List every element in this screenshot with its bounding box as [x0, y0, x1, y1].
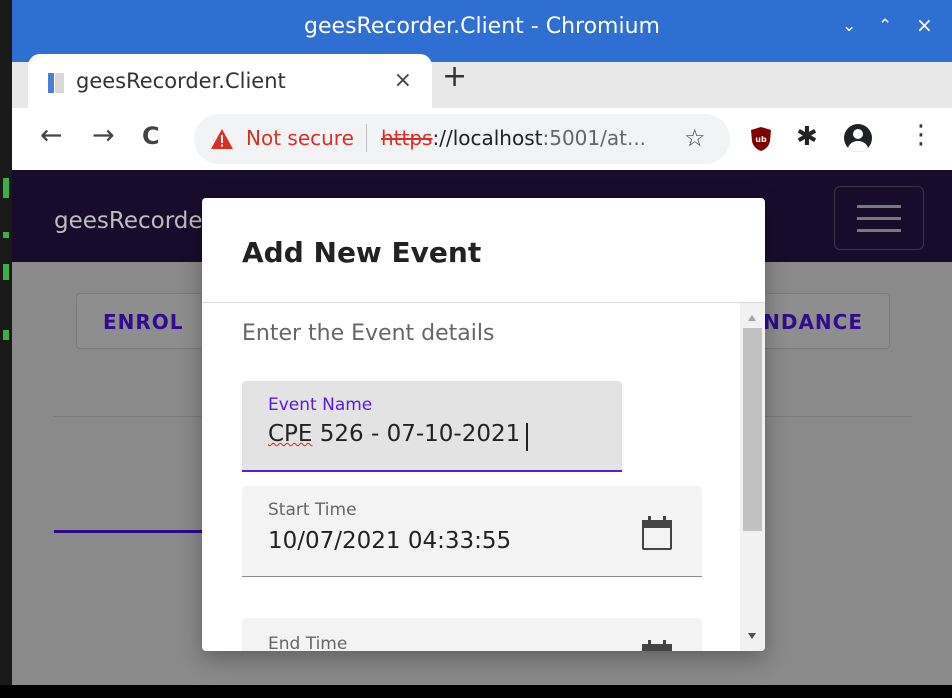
end-time-label: End Time — [268, 634, 348, 651]
puzzle-extension-icon[interactable]: ✱ — [796, 122, 818, 152]
scroll-thumb[interactable] — [743, 328, 762, 531]
svg-text:ub: ub — [755, 135, 767, 144]
calendar-icon[interactable] — [642, 640, 672, 651]
close-window-icon[interactable]: × — [916, 13, 933, 37]
menu-icon[interactable]: ⋮ — [908, 120, 934, 150]
scroll-down-arrow[interactable] — [748, 633, 756, 639]
window-title: geesRecorder.Client - Chromium — [304, 14, 660, 39]
profile-icon[interactable] — [844, 124, 872, 152]
maximize-icon[interactable]: ⌃ — [878, 16, 892, 36]
dialog-scrollbar[interactable] — [740, 303, 765, 651]
address-bar[interactable]: Not secure https://localhost:5001/at... … — [194, 114, 730, 164]
event-name-prefix: CPE — [268, 421, 313, 447]
tab-close-icon[interactable]: × — [394, 68, 412, 93]
active-tab-indicator — [54, 530, 214, 533]
browser-toolbar: ← → C Not secure https://localhost:5001/… — [12, 108, 952, 170]
dialog-content: Enter the Event details Event Name CPE 5… — [202, 303, 740, 651]
warning-icon[interactable] — [210, 127, 234, 151]
tab-title: geesRecorder.Client — [76, 69, 286, 93]
event-name-field[interactable]: Event Name CPE 526 - 07-10-2021 — [242, 381, 622, 472]
url-text[interactable]: https://localhost:5001/at... — [381, 126, 646, 150]
event-name-underline — [242, 470, 622, 472]
url-scheme: https — [381, 126, 433, 150]
start-time-underline — [242, 576, 702, 577]
start-time-input[interactable]: 10/07/2021 04:33:55 — [268, 528, 511, 554]
new-tab-button[interactable]: + — [442, 62, 467, 92]
app-brand[interactable]: geesRecorder — [54, 208, 212, 234]
dialog-title: Add New Event — [242, 236, 482, 269]
add-event-dialog: Add New Event Enter the Event details Ev… — [202, 198, 765, 651]
start-time-label: Start Time — [268, 500, 357, 520]
hamburger-menu-button[interactable] — [834, 186, 924, 250]
ublock-extension-icon[interactable]: ub — [750, 126, 772, 152]
desktop-left-strip — [0, 0, 12, 698]
desktop-bottom-bar — [0, 685, 952, 698]
reload-button[interactable]: C — [142, 124, 160, 148]
dialog-subtitle: Enter the Event details — [242, 321, 495, 346]
event-name-label: Event Name — [268, 395, 373, 415]
browser-tab[interactable]: geesRecorder.Client × — [28, 54, 432, 108]
browser-window: geesRecorder.Client - Chromium ⌄ ⌃ × gee… — [12, 0, 952, 685]
back-button[interactable]: ← — [40, 122, 63, 149]
enrol-label: ENROL — [103, 310, 184, 334]
page-favicon-icon — [48, 73, 64, 93]
minimize-icon[interactable]: ⌄ — [842, 16, 856, 36]
url-path: :5001/at... — [542, 126, 647, 150]
forward-button[interactable]: → — [92, 122, 115, 149]
calendar-icon[interactable] — [642, 516, 672, 550]
start-time-field[interactable]: Start Time 10/07/2021 04:33:55 — [242, 486, 702, 577]
event-name-rest: 526 - 07-10-2021 — [312, 421, 521, 447]
url-host: ://localhost — [432, 126, 543, 150]
star-icon[interactable]: ☆ — [684, 124, 706, 152]
end-time-field[interactable]: End Time — [242, 618, 702, 651]
text-caret — [526, 423, 528, 451]
scroll-up-arrow[interactable] — [748, 315, 756, 321]
window-titlebar: geesRecorder.Client - Chromium ⌄ ⌃ × — [12, 0, 952, 62]
omnibox-separator — [366, 124, 367, 152]
security-status[interactable]: Not secure — [246, 126, 354, 150]
event-name-input[interactable]: CPE 526 - 07-10-2021 — [268, 421, 520, 447]
